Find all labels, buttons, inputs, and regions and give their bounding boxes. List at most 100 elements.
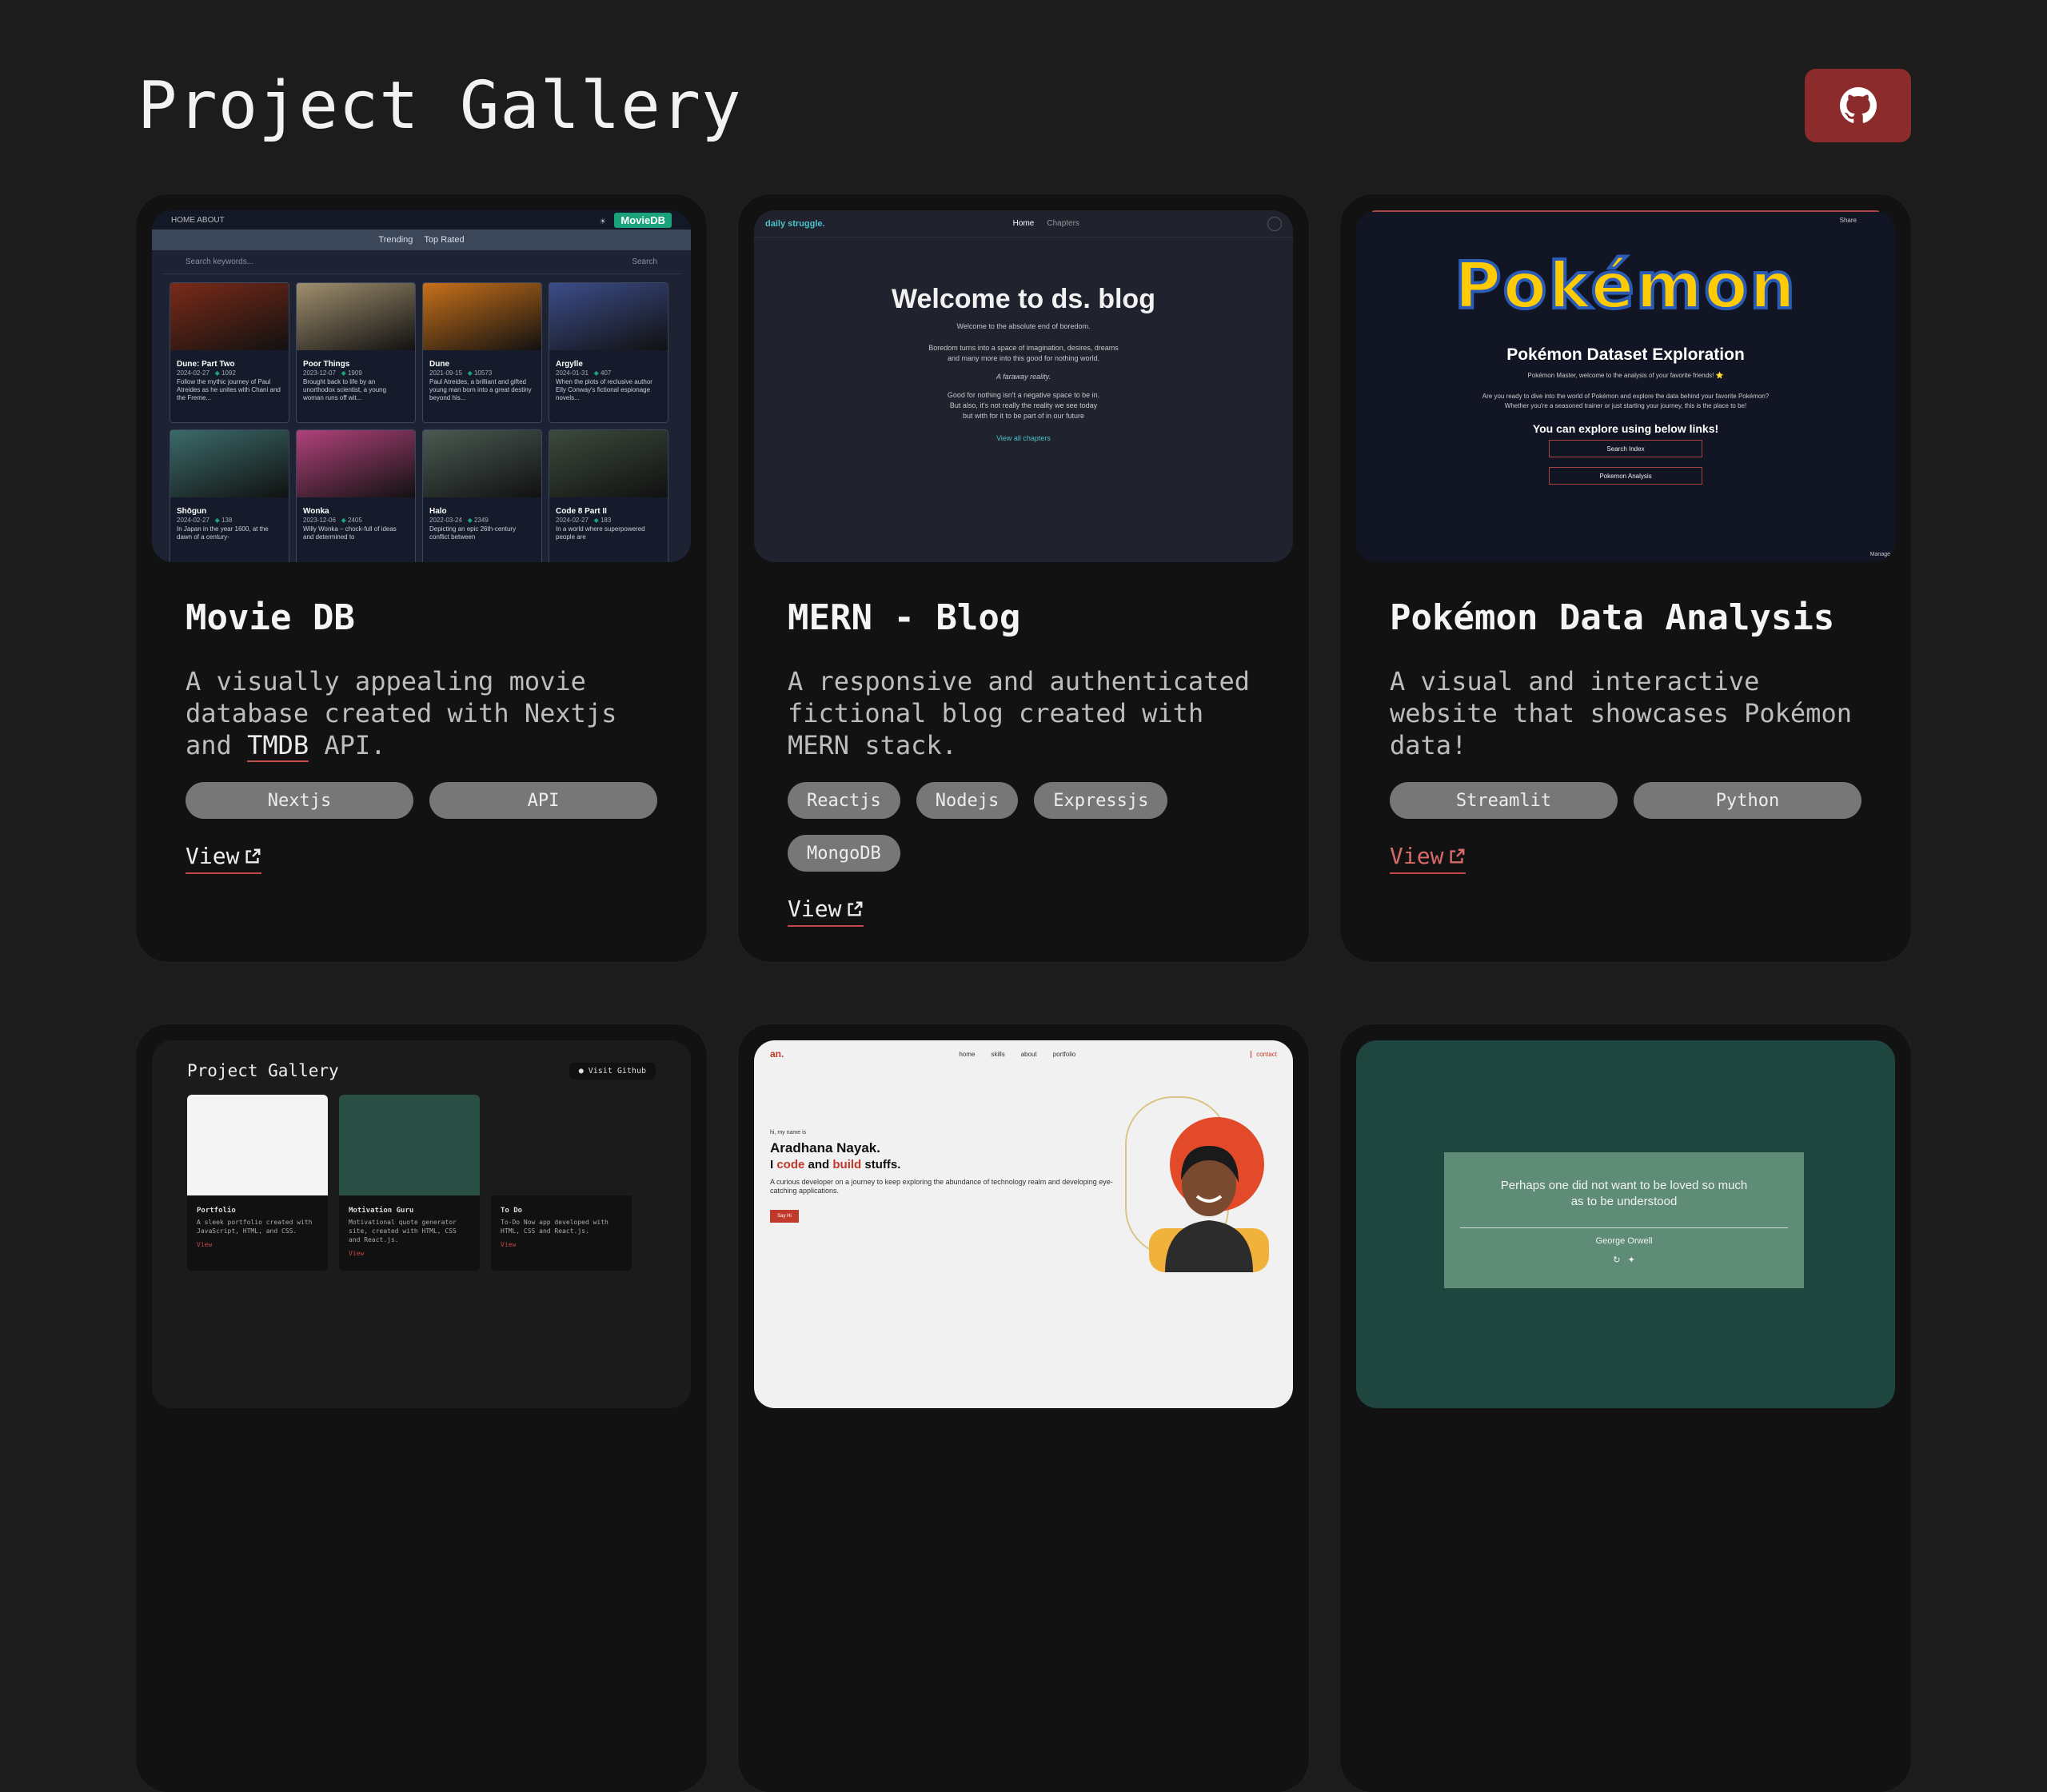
preview-tagline-build: build bbox=[832, 1158, 862, 1171]
movie-description: Depicting an epic 26th-century conflict … bbox=[429, 525, 517, 541]
movie-meta: 2023-12-07 ◆ 1909 bbox=[297, 369, 415, 377]
project-description: A visually appealing movie database crea… bbox=[186, 665, 657, 762]
preview-project-thumb bbox=[187, 1095, 328, 1195]
tag-list: Streamlit Python bbox=[1390, 782, 1861, 819]
preview-tabs: Trending Top Rated bbox=[152, 229, 691, 250]
project-gallery-preview[interactable]: Project Gallery ● Visit Github Portfolio… bbox=[152, 1040, 691, 1408]
movie-description: Follow the mythic journey of Paul Atreid… bbox=[177, 378, 281, 401]
quote-text: Perhaps one did not want to be loved so … bbox=[1500, 1179, 1748, 1192]
votes-icon: ◆ bbox=[467, 369, 473, 377]
preview-text: Whether you're a seasoned trainer or jus… bbox=[1504, 402, 1747, 409]
preview-subheading: You can explore using below links! bbox=[1532, 422, 1719, 435]
movie-title: Halo bbox=[429, 507, 447, 516]
preview-github-button-label: Visit Github bbox=[588, 1066, 646, 1076]
pokemon-logo: Pokémon bbox=[1453, 247, 1798, 325]
preview-nav-portfolio: portfolio bbox=[1052, 1050, 1076, 1058]
movie-meta: 2022-03-24 ◆ 2349 bbox=[423, 517, 541, 524]
view-link-label: View bbox=[186, 843, 240, 869]
movie-date: 2024-02-27 bbox=[177, 517, 209, 524]
project-card-movie-db: HOME ABOUT ☀ MovieDB Trending Top Rated S… bbox=[136, 194, 707, 962]
preview-project-desc: A sleek portfolio created with JavaScrip… bbox=[197, 1219, 313, 1235]
movie-title: Shōgun bbox=[177, 507, 207, 516]
profile-photo bbox=[1149, 1146, 1269, 1272]
portfolio-preview[interactable]: an. home skills about portfolio contact … bbox=[754, 1040, 1293, 1408]
preview-nav-home: home bbox=[959, 1050, 976, 1058]
view-link[interactable]: View bbox=[1390, 843, 1466, 874]
preview-github-button: ● Visit Github bbox=[569, 1062, 656, 1080]
tag-list: Reactjs Nodejs Expressjs MongoDB bbox=[788, 782, 1259, 872]
movie-date: 2024-01-31 bbox=[556, 369, 589, 377]
movie-date: 2023-12-06 bbox=[303, 517, 336, 524]
project-description-text-end: API. bbox=[309, 730, 386, 760]
pokemon-preview[interactable]: Share Pokémon Pokémon Dataset Exploratio… bbox=[1356, 210, 1895, 562]
preview-project-thumb bbox=[491, 1095, 632, 1195]
quote-box: Perhaps one did not want to be loved so … bbox=[1444, 1152, 1804, 1288]
movie-poster bbox=[297, 430, 415, 497]
tag-mongodb: MongoDB bbox=[788, 835, 900, 872]
project-card-project-gallery: Project Gallery ● Visit Github Portfolio… bbox=[136, 1024, 707, 1792]
movie-title: Wonka bbox=[303, 507, 329, 516]
preview-project-desc: Motivational quote generator site, creat… bbox=[349, 1219, 457, 1243]
movie-description: When the plots of reclusive author Elly … bbox=[556, 378, 652, 401]
preview-nav: HOME ABOUT ☀ MovieDB bbox=[152, 210, 691, 229]
external-link-icon bbox=[1450, 848, 1465, 864]
movie-meta: 2024-02-27 ◆ 138 bbox=[170, 517, 289, 524]
project-title: Pokémon Data Analysis bbox=[1390, 597, 1835, 638]
view-link-label: View bbox=[1390, 843, 1444, 869]
page-title: Project Gallery bbox=[138, 67, 742, 144]
movie-votes: 183 bbox=[600, 517, 612, 524]
movie-poster bbox=[297, 283, 415, 350]
preview-text: A faraway reality. bbox=[996, 373, 1051, 381]
preview-pokemon-analysis-button: Pokemon Analysis bbox=[1549, 467, 1702, 485]
votes-icon: ◆ bbox=[214, 369, 220, 377]
movie-title: Dune bbox=[429, 360, 449, 369]
project-title: MERN - Blog bbox=[788, 597, 1021, 638]
tmdb-link[interactable]: TMDB bbox=[247, 730, 309, 762]
preview-text: and many more into this good for nothing… bbox=[947, 354, 1100, 362]
votes-icon: ◆ bbox=[341, 369, 346, 377]
preview-link: View all chapters bbox=[996, 434, 1051, 442]
preview-search: Search keywords... Search bbox=[162, 250, 681, 274]
motivation-guru-preview[interactable]: Perhaps one did not want to be loved so … bbox=[1356, 1040, 1895, 1408]
divider bbox=[1372, 210, 1879, 212]
votes-icon: ◆ bbox=[593, 517, 599, 524]
preview-project-title: To Do bbox=[501, 1207, 523, 1215]
movie-votes: 10573 bbox=[473, 369, 493, 377]
preview-movie-card: Wonka 2023-12-06 ◆ 2405 Willy Wonka – choc… bbox=[296, 429, 416, 562]
movie-date: 2023-12-07 bbox=[303, 369, 336, 377]
avatar bbox=[1267, 216, 1282, 231]
movie-votes: 1092 bbox=[221, 369, 236, 377]
project-title: Movie DB bbox=[186, 597, 355, 638]
github-button[interactable] bbox=[1805, 69, 1911, 142]
movie-poster bbox=[170, 283, 289, 350]
preview-text: Are you ready to dive into the world of … bbox=[1482, 393, 1770, 400]
votes-icon: ◆ bbox=[341, 517, 346, 524]
view-link[interactable]: View bbox=[186, 843, 262, 874]
preview-tagline-text: and bbox=[804, 1158, 833, 1171]
preview-search-button: Search bbox=[632, 257, 657, 266]
preview-search-index-button: Search Index bbox=[1549, 440, 1702, 457]
movie-db-preview[interactable]: HOME ABOUT ☀ MovieDB Trending Top Rated S… bbox=[152, 210, 691, 562]
preview-movie-card: Dune 2021-09-15 ◆ 10573 Paul Atreides, a b… bbox=[422, 282, 542, 423]
preview-project-card: To Do To-Do Now app developed with HTML, … bbox=[491, 1095, 632, 1271]
project-description: A responsive and authenticated fictional… bbox=[788, 666, 1250, 760]
preview-card-list: Portfolio A sleek portfolio created with … bbox=[187, 1095, 656, 1271]
preview-nav: daily struggle. Home Chapters bbox=[754, 210, 1293, 237]
preview-name: Aradhana Nayak. bbox=[770, 1140, 880, 1155]
mern-blog-preview[interactable]: daily struggle. Home Chapters Welcome to … bbox=[754, 210, 1293, 562]
preview-project-view: View bbox=[349, 1250, 365, 1257]
preview-heading: Pokémon Dataset Exploration bbox=[1506, 345, 1745, 364]
votes-icon: ◆ bbox=[467, 517, 473, 524]
preview-logo: an. bbox=[770, 1048, 784, 1060]
tag-api: API bbox=[429, 782, 657, 819]
movie-meta: 2021-09-15 ◆ 10573 bbox=[423, 369, 541, 377]
movie-meta: 2024-01-31 ◆ 407 bbox=[549, 369, 668, 377]
movie-title: Dune: Part Two bbox=[177, 360, 235, 369]
preview-nav-skills: skills bbox=[991, 1050, 1005, 1058]
preview-project-view: View bbox=[197, 1241, 213, 1248]
movie-meta: 2024-02-27 ◆ 183 bbox=[549, 517, 668, 524]
preview-project-card: Motivation Guru Motivational quote genera… bbox=[339, 1095, 480, 1271]
preview-project-desc: To-Do Now app developed with HTML, CSS a… bbox=[501, 1219, 609, 1235]
preview-movie-card: Poor Things 2023-12-07 ◆ 1909 Brought back… bbox=[296, 282, 416, 423]
view-link[interactable]: View bbox=[788, 896, 864, 927]
